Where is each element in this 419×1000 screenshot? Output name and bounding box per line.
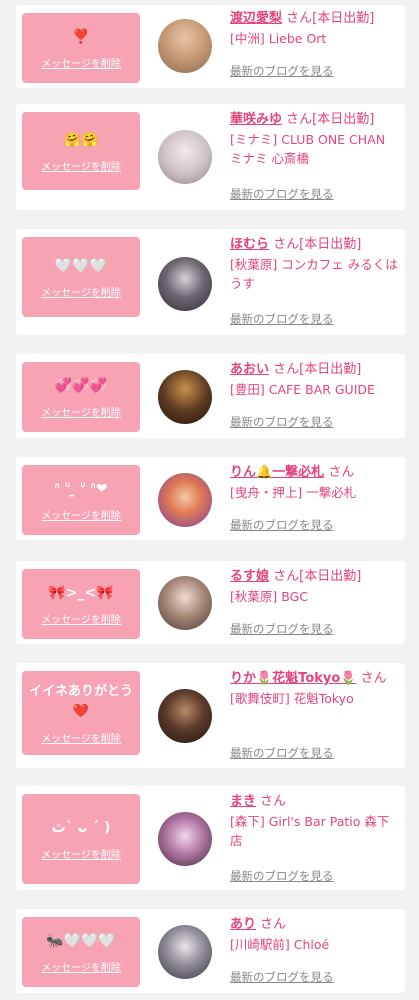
stamp-text: 🤗🤗 (63, 131, 99, 148)
view-latest-blog-link[interactable]: 最新のブログを見る (230, 311, 334, 327)
message-card: 🤗🤗 メッセージを削除 華咲みゆ さん[本日出勤] [ミナミ] CLUB ONE… (16, 104, 405, 210)
shop-name: [秋葉原] コンカフェ みるくはうす (230, 257, 398, 291)
profile-name[interactable]: 華咲みゆ (230, 112, 282, 127)
shop-name: [森下] Girl's Bar Patio 森下店 (230, 814, 390, 848)
delete-message-link[interactable]: メッセージを削除 (41, 55, 121, 70)
delete-message-link[interactable]: メッセージを削除 (41, 611, 121, 626)
view-latest-blog-link[interactable]: 最新のブログを見る (230, 969, 334, 985)
message-list: ❣️ メッセージを削除 渡辺愛梨 さん[本日出勤] [中洲] Liebe Ort… (0, 0, 419, 1000)
view-latest-blog-link[interactable]: 最新のブログを見る (230, 186, 334, 202)
name-suffix: さん[本日出勤] (273, 362, 362, 377)
profile-info: まき さん [森下] Girl's Bar Patio 森下店 (230, 792, 400, 850)
message-stamp: ᐢ ᐡ ̫ ᐡ ᐢ❤︎ メッセージを削除 (22, 465, 140, 535)
profile-info: るす娘 さん[本日出勤] [秋葉原] BGC (230, 567, 400, 606)
avatar[interactable] (158, 925, 212, 979)
delete-message-link[interactable]: メッセージを削除 (41, 158, 121, 173)
stamp-text: イイネありがとう❤️ (28, 683, 133, 719)
profile-info: ほむら さん[本日出勤] [秋葉原] コンカフェ みるくはうす (230, 235, 400, 293)
stamp-text: 🤍🤍🤍 (54, 257, 108, 274)
stamp-text: ﭢ` ᴗ ´ ) (51, 819, 111, 836)
message-stamp: イイネありがとう❤️ メッセージを削除 (22, 671, 140, 755)
view-latest-blog-link[interactable]: 最新のブログを見る (230, 414, 334, 430)
name-suffix: さん (260, 794, 287, 809)
shop-name: [中洲] Liebe Ort (230, 31, 327, 46)
delete-message-link[interactable]: メッセージを削除 (41, 846, 121, 861)
delete-message-link[interactable]: メッセージを削除 (41, 959, 121, 974)
profile-name[interactable]: あり (230, 917, 256, 932)
message-card: ﭢ` ᴗ ´ ) メッセージを削除 まき さん [森下] Girl's Bar … (16, 786, 405, 890)
message-stamp: 🐜🤍🤍🤍 メッセージを削除 (22, 917, 140, 987)
name-suffix: さん[本日出勤] (286, 11, 375, 26)
avatar[interactable] (158, 257, 212, 311)
delete-message-link[interactable]: メッセージを削除 (41, 730, 121, 745)
stamp-text: 🐜🤍🤍🤍 (46, 932, 116, 949)
profile-name[interactable]: りん🔔一撃必札 (230, 465, 324, 480)
name-suffix: さん (260, 917, 287, 932)
shop-name: [秋葉原] BGC (230, 589, 308, 604)
message-stamp: ❣️ メッセージを削除 (22, 13, 140, 83)
message-stamp: 🤗🤗 メッセージを削除 (22, 112, 140, 190)
view-latest-blog-link[interactable]: 最新のブログを見る (230, 621, 334, 637)
profile-info: 渡辺愛梨 さん[本日出勤] [中洲] Liebe Ort (230, 9, 400, 48)
shop-name: [曳舟・押上] 一撃必札 (230, 485, 357, 500)
profile-info: りん🔔一撃必札 さん [曳舟・押上] 一撃必札 (230, 463, 400, 502)
shop-name: [川崎駅前] Chloé (230, 937, 330, 952)
stamp-text: ᐢ ᐡ ̫ ᐡ ᐢ❤︎ (54, 480, 108, 497)
view-latest-blog-link[interactable]: 最新のブログを見る (230, 517, 334, 533)
profile-name[interactable]: るす娘 (230, 569, 269, 584)
name-suffix: さん (360, 671, 387, 686)
name-suffix: さん[本日出勤] (273, 569, 362, 584)
profile-info: あおい さん[本日出勤] [豊田] CAFE BAR GUIDE (230, 360, 400, 399)
profile-name[interactable]: あおい (230, 362, 269, 377)
delete-message-link[interactable]: メッセージを削除 (41, 284, 121, 299)
avatar[interactable] (158, 130, 212, 184)
view-latest-blog-link[interactable]: 最新のブログを見る (230, 63, 334, 79)
profile-info: りか🌷花魁Tokyo🌷 さん [歌舞伎町] 花魁Tokyo (230, 669, 400, 708)
name-suffix: さん[本日出勤] (286, 112, 375, 127)
message-stamp: 🤍🤍🤍 メッセージを削除 (22, 237, 140, 317)
message-card: ❣️ メッセージを削除 渡辺愛梨 さん[本日出勤] [中洲] Liebe Ort… (16, 5, 405, 88)
profile-info: あり さん [川崎駅前] Chloé (230, 915, 400, 954)
name-suffix: さん[本日出勤] (273, 237, 362, 252)
message-stamp: 💞💞💞 メッセージを削除 (22, 362, 140, 432)
message-card: ᐢ ᐡ ̫ ᐡ ᐢ❤︎ メッセージを削除 りん🔔一撃必札 さん [曳舟・押上] … (16, 457, 405, 540)
stamp-text: 🎀>_<🎀 (48, 584, 114, 601)
avatar[interactable] (158, 689, 212, 743)
message-card: 🎀>_<🎀 メッセージを削除 るす娘 さん[本日出勤] [秋葉原] BGC 最新… (16, 561, 405, 644)
name-suffix: さん (328, 465, 355, 480)
avatar[interactable] (158, 370, 212, 424)
message-stamp: 🎀>_<🎀 メッセージを削除 (22, 569, 140, 639)
avatar[interactable] (158, 473, 212, 527)
message-card: 🤍🤍🤍 メッセージを削除 ほむら さん[本日出勤] [秋葉原] コンカフェ みる… (16, 229, 405, 335)
profile-info: 華咲みゆ さん[本日出勤] [ミナミ] CLUB ONE CHAN ミナミ 心斎… (230, 110, 400, 168)
message-stamp: ﭢ` ᴗ ´ ) メッセージを削除 (22, 794, 140, 884)
view-latest-blog-link[interactable]: 最新のブログを見る (230, 745, 334, 761)
shop-name: [豊田] CAFE BAR GUIDE (230, 382, 375, 397)
view-latest-blog-link[interactable]: 最新のブログを見る (230, 868, 334, 884)
shop-name: [歌舞伎町] 花魁Tokyo (230, 691, 354, 706)
avatar[interactable] (158, 576, 212, 630)
avatar[interactable] (158, 19, 212, 73)
profile-name[interactable]: まき (230, 794, 256, 809)
stamp-text: 💞💞💞 (54, 377, 108, 394)
avatar[interactable] (158, 812, 212, 866)
profile-name[interactable]: ほむら (230, 237, 269, 252)
message-card: 🐜🤍🤍🤍 メッセージを削除 あり さん [川崎駅前] Chloé 最新のブログを… (16, 909, 405, 993)
stamp-text: ❣️ (72, 28, 90, 45)
profile-name[interactable]: 渡辺愛梨 (230, 11, 282, 26)
message-card: イイネありがとう❤️ メッセージを削除 りか🌷花魁Tokyo🌷 さん [歌舞伎町… (16, 663, 405, 768)
delete-message-link[interactable]: メッセージを削除 (41, 507, 121, 522)
shop-name: [ミナミ] CLUB ONE CHAN ミナミ 心斎橋 (230, 132, 386, 166)
delete-message-link[interactable]: メッセージを削除 (41, 404, 121, 419)
message-card: 💞💞💞 メッセージを削除 あおい さん[本日出勤] [豊田] CAFE BAR … (16, 354, 405, 438)
profile-name[interactable]: りか🌷花魁Tokyo🌷 (230, 671, 357, 686)
